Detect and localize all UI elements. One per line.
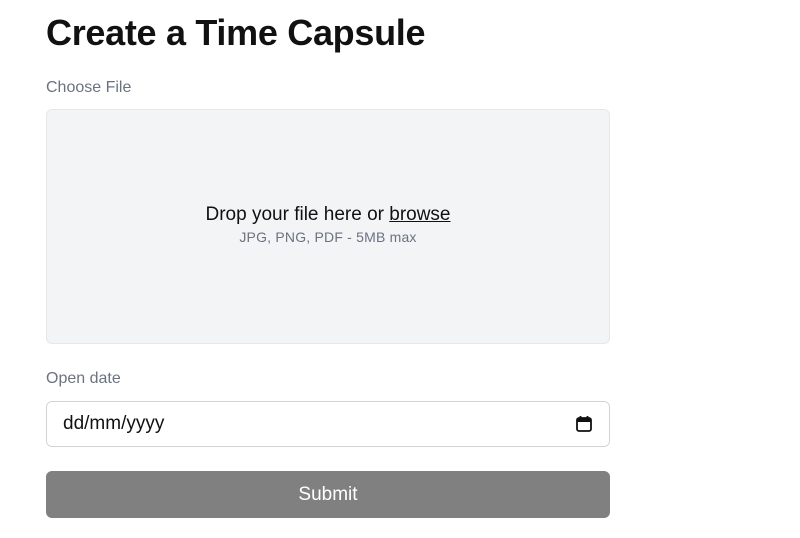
calendar-icon[interactable] bbox=[575, 415, 593, 433]
file-dropzone[interactable]: Drop your file here or browse JPG, PNG, … bbox=[46, 109, 610, 344]
page-title: Create a Time Capsule bbox=[46, 12, 426, 53]
drop-text: Drop your file here or bbox=[205, 204, 384, 225]
drop-instruction: Drop your file here or browse bbox=[206, 204, 451, 226]
open-date-placeholder[interactable]: dd/mm/yyyy bbox=[63, 413, 575, 435]
file-type-hint: JPG, PNG, PDF - 5MB max bbox=[239, 229, 417, 245]
submit-button[interactable]: Submit bbox=[46, 471, 610, 518]
open-date-label: Open date bbox=[46, 370, 121, 387]
open-date-input[interactable]: dd/mm/yyyy bbox=[46, 401, 610, 447]
browse-link[interactable]: browse bbox=[389, 204, 450, 225]
time-capsule-form: Create a Time Capsule Choose File Drop y… bbox=[0, 0, 800, 538]
choose-file-label: Choose File bbox=[46, 79, 132, 96]
